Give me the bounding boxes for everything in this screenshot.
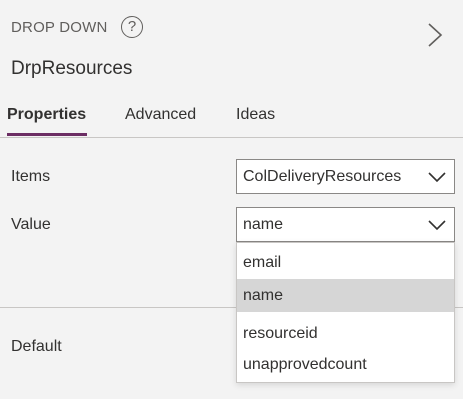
items-dropdown-value: ColDeliveryResources bbox=[243, 168, 402, 185]
chevron-right-icon[interactable] bbox=[427, 22, 443, 48]
default-label: Default bbox=[11, 338, 62, 355]
help-icon[interactable]: ? bbox=[121, 16, 143, 38]
dropdown-option-email[interactable]: email bbox=[237, 246, 454, 279]
tab-advanced[interactable]: Advanced bbox=[125, 106, 196, 124]
dropdown-option-resourceid[interactable]: resourceid bbox=[237, 317, 454, 350]
tab-properties[interactable]: Properties bbox=[7, 106, 86, 124]
value-dropdown[interactable]: name bbox=[236, 207, 455, 242]
dropdown-option-unapprovedcount[interactable]: unapprovedcount bbox=[237, 348, 454, 381]
chevron-down-icon bbox=[428, 172, 446, 183]
control-name: DrpResources bbox=[11, 58, 133, 79]
value-label: Value bbox=[11, 216, 51, 233]
items-dropdown[interactable]: ColDeliveryResources bbox=[236, 159, 455, 194]
tabs-divider bbox=[0, 137, 463, 138]
tab-ideas[interactable]: Ideas bbox=[236, 106, 275, 124]
dropdown-option-name[interactable]: name bbox=[237, 279, 454, 312]
value-dropdown-value: name bbox=[243, 216, 284, 233]
value-dropdown-list: email name resourceid unapprovedcount bbox=[236, 242, 455, 383]
control-type-label: DROP DOWN bbox=[11, 19, 108, 36]
active-tab-indicator bbox=[7, 133, 87, 136]
items-label: Items bbox=[11, 168, 51, 185]
chevron-down-icon bbox=[428, 220, 446, 231]
